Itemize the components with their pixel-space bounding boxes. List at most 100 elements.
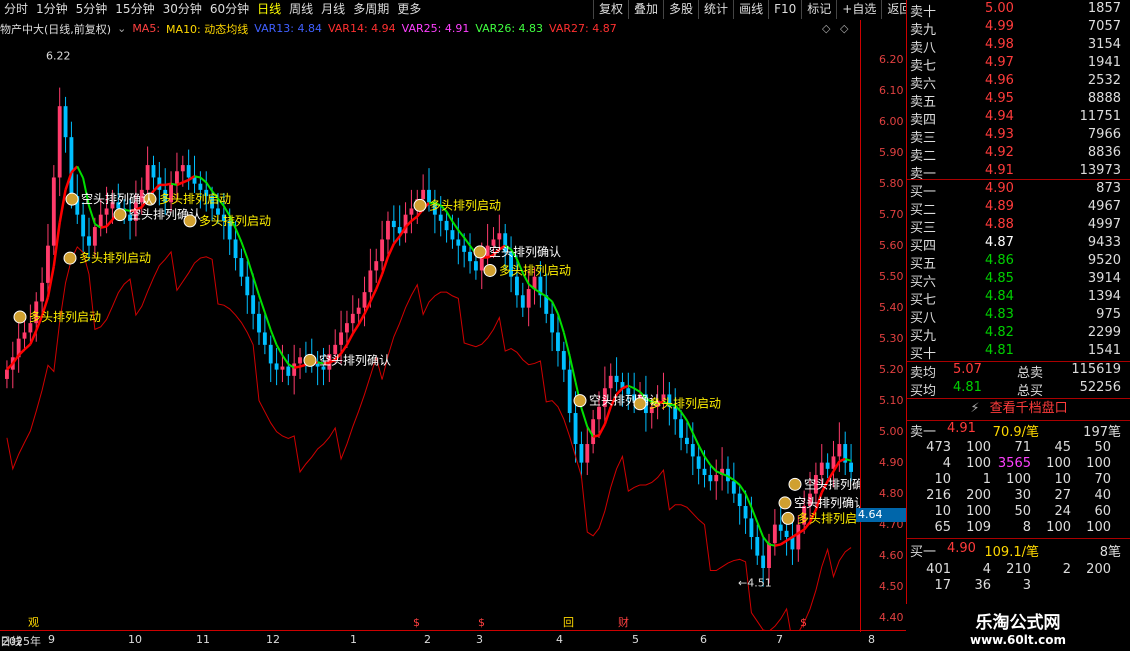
lightning-icon: ⚡	[970, 401, 980, 416]
level-volume: 1941	[1087, 55, 1121, 70]
legend-var27: VAR27: 4.87	[549, 22, 617, 35]
ma-line-segment	[756, 521, 765, 538]
event-mark-icon: $	[800, 616, 807, 629]
candle-body	[567, 369, 572, 414]
tab-7[interactable]: 周线	[285, 0, 317, 19]
ma-line-segment	[463, 237, 471, 247]
candle-body	[251, 295, 256, 314]
candle-body	[462, 245, 467, 252]
candle-body	[175, 171, 179, 184]
toolbar-button-6[interactable]: 标记	[801, 0, 836, 19]
y-tick: 6.00	[879, 114, 904, 128]
legend-var14: VAR14: 4.94	[327, 22, 396, 35]
toolbar-button-2[interactable]: 多股	[663, 0, 698, 19]
kline-chart[interactable]: 6.22←4.51多头排列启动多头排列启动空头排列确认多头排列启动空头排列确认空…	[0, 38, 860, 630]
ma-line-segment	[275, 344, 284, 356]
toolbar-button-0[interactable]: 复权	[593, 0, 628, 19]
ma-line-segment	[633, 387, 641, 393]
ma-line-segment	[269, 329, 278, 346]
tab-10[interactable]: 更多	[393, 0, 425, 19]
signal-coin-icon	[473, 245, 487, 259]
ma-line-segment	[182, 178, 190, 184]
candle-body	[345, 323, 349, 333]
date-axis: 2025年 9 10 11 12 1 2 3 4 5 6 7 8 日线	[0, 630, 906, 651]
level-price: 4.92	[985, 145, 1014, 160]
candle-body	[579, 444, 584, 463]
toolbar-button-1[interactable]: 叠加	[628, 0, 663, 19]
tab-4[interactable]: 30分钟	[159, 0, 206, 19]
ask-row: 卖三 4.93 7966	[907, 127, 1130, 146]
y-tick: 5.90	[879, 145, 904, 159]
ma-line-segment	[691, 432, 700, 446]
candle-body	[274, 363, 279, 370]
x-tick: 8	[868, 633, 875, 646]
candle-body	[98, 214, 103, 228]
signal-annotation: 多头排列启动	[159, 192, 231, 206]
bid-row: 买八 4.83 975	[907, 307, 1130, 326]
x-tick: 6	[700, 633, 707, 646]
level-price: 4.99	[985, 19, 1014, 34]
tab-9[interactable]: 多周期	[349, 0, 393, 19]
toolbar-button-7[interactable]: +自选	[836, 0, 881, 19]
current-price-tag: 4.64	[856, 508, 908, 522]
toolbar-button-5[interactable]: F10	[768, 0, 801, 19]
candle-body	[386, 220, 390, 240]
ask-row: 卖四 4.94 11751	[907, 109, 1130, 128]
candle-body	[286, 366, 291, 376]
close-icon[interactable]: ◇	[840, 22, 848, 35]
divider	[907, 179, 1130, 180]
level-label: 买九	[910, 329, 937, 344]
chart-toolbar: 复权 叠加 多股 统计 画线 F10 标记 +自选 返回	[593, 0, 916, 19]
grid-cell: 10	[934, 472, 951, 487]
indicator-legend: 物产中大(日线,前复权) ⌄ MA5: MA10: 动态均线 VAR13: 4.…	[0, 20, 860, 37]
signal-coin-icon	[781, 511, 795, 525]
candle-body	[262, 332, 267, 345]
signal-annotation: 多头排列启动	[199, 214, 271, 228]
candle-body	[362, 292, 367, 308]
ma-line-segment	[199, 176, 207, 184]
sell-one-grid: 473 100 71 45 50	[907, 440, 1130, 456]
ma-line-segment	[170, 182, 178, 186]
level-price: 4.94	[985, 109, 1014, 124]
tab-1[interactable]: 1分钟	[32, 0, 72, 19]
grid-cell: 100	[1086, 520, 1111, 535]
y-tick: 5.10	[879, 393, 904, 407]
average-cell: 卖均	[910, 366, 937, 381]
view-thousand-level-button[interactable]: ⚡ 查看千档盘口	[907, 399, 1130, 419]
legend-var13: VAR13: 4.84	[254, 22, 322, 35]
ma-line-segment	[697, 444, 706, 457]
grid-cell: 100	[966, 440, 991, 455]
ma-line-segment	[580, 407, 589, 427]
level-volume: 2299	[1087, 325, 1121, 340]
dropdown-icon[interactable]: ⌄	[117, 22, 126, 35]
tab-3[interactable]: 15分钟	[111, 0, 158, 19]
bid-row: 买十 4.81 1541	[907, 343, 1130, 362]
candle-body	[772, 524, 777, 544]
stock-title[interactable]: 物产中大(日线,前复权)	[0, 21, 111, 37]
average-cell: 总买	[1017, 384, 1044, 399]
toolbar-button-3[interactable]: 统计	[698, 0, 733, 19]
legend-ma10: MA10: 动态均线	[166, 22, 249, 36]
tab-6[interactable]: 日线	[253, 0, 285, 19]
tab-5[interactable]: 60分钟	[206, 0, 253, 19]
signal-coin-icon	[183, 214, 197, 228]
tab-8[interactable]: 月线	[317, 0, 349, 19]
average-cell: 总卖	[1017, 366, 1044, 381]
candle-body	[468, 251, 472, 262]
average-cell: 买均	[910, 384, 937, 399]
tab-0[interactable]: 分时	[0, 0, 32, 19]
tab-2[interactable]: 5分钟	[72, 0, 112, 19]
y-tick: 5.60	[879, 238, 904, 252]
toolbar-button-4[interactable]: 画线	[733, 0, 768, 19]
summary-cell: 买一	[910, 545, 937, 560]
signal-coin-icon	[483, 263, 497, 277]
candle-body	[761, 555, 766, 569]
candle-body	[87, 236, 91, 246]
watermark-title: 乐淘公式网	[975, 613, 1061, 633]
settings-diamond-icon[interactable]: ◇	[822, 22, 830, 35]
summary-cell: 8笔	[1099, 545, 1121, 560]
y-tick: 5.20	[879, 362, 904, 376]
y-tick: 4.40	[879, 610, 904, 624]
summary-cell: 卖一	[910, 425, 937, 440]
ma-line-segment	[768, 543, 776, 547]
